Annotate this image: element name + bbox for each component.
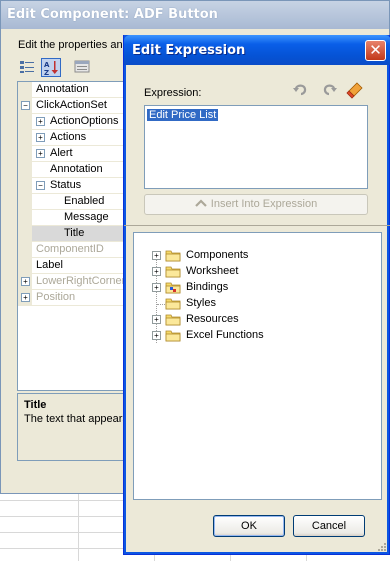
- expand-icon[interactable]: +: [36, 149, 45, 158]
- close-icon[interactable]: ✕: [365, 40, 386, 61]
- folder-icon: [165, 249, 181, 262]
- expand-icon[interactable]: +: [21, 293, 30, 302]
- collapse-icon[interactable]: −: [36, 181, 45, 190]
- property-label: ClickActionSet: [36, 99, 107, 111]
- insert-into-expression-button[interactable]: Insert Into Expression: [144, 194, 368, 215]
- resize-grip-icon[interactable]: [376, 541, 386, 551]
- property-label: Title: [64, 227, 85, 239]
- property-pages-icon[interactable]: [73, 58, 93, 77]
- tree-node[interactable]: + Worksheet: [134, 264, 374, 280]
- folder-icon: [165, 313, 181, 326]
- property-row[interactable]: Annotation: [18, 82, 129, 98]
- tree-node-label: Resources: [186, 313, 239, 325]
- insert-into-expression-label: Insert Into Expression: [210, 198, 318, 210]
- property-row[interactable]: Message: [18, 210, 129, 226]
- property-row[interactable]: + LowerRightCorner: [18, 274, 129, 290]
- expand-icon[interactable]: +: [36, 117, 45, 126]
- property-label: Position: [36, 291, 76, 303]
- property-label: Label: [36, 259, 63, 271]
- tree-node-label: Components: [186, 249, 249, 261]
- expression-textarea[interactable]: Edit Price List: [144, 105, 368, 189]
- property-row[interactable]: − ClickActionSet: [18, 98, 129, 114]
- tree-node[interactable]: + Components: [134, 248, 374, 264]
- folder-icon: [165, 329, 181, 342]
- help-title: Title: [24, 399, 47, 411]
- property-label: LowerRightCorner: [36, 275, 126, 287]
- tree-node[interactable]: + Bindings: [134, 280, 374, 296]
- property-row[interactable]: Title: [18, 226, 129, 242]
- tree-node[interactable]: Styles: [134, 296, 374, 312]
- property-row[interactable]: + ActionOptions: [18, 114, 129, 130]
- property-row[interactable]: Annotation: [18, 162, 129, 178]
- property-label: Annotation: [50, 163, 103, 175]
- property-label: Message: [64, 211, 109, 223]
- clear-eraser-icon[interactable]: [346, 81, 364, 99]
- property-label: Enabled: [64, 195, 105, 207]
- expand-icon[interactable]: +: [152, 331, 161, 340]
- property-row[interactable]: − Status: [18, 178, 129, 194]
- property-row[interactable]: Enabled: [18, 194, 129, 210]
- folder-icon: [165, 297, 181, 310]
- edit-component-title: Edit Component: ADF Button: [7, 7, 218, 22]
- property-grid: Annotation − ClickActionSet + ActionOptions +…: [17, 81, 129, 391]
- edit-expression-titlebar[interactable]: Edit Expression ✕: [124, 35, 390, 65]
- tree-node-label: Worksheet: [186, 265, 239, 277]
- folder-icon: [165, 265, 181, 278]
- help-text: The text that appears: [24, 413, 128, 425]
- property-row[interactable]: Label: [18, 258, 129, 274]
- expand-icon[interactable]: +: [21, 277, 30, 286]
- property-row[interactable]: + Position: [18, 290, 129, 306]
- expression-text[interactable]: Edit Price List: [147, 109, 219, 121]
- property-label: Alert: [50, 147, 73, 159]
- property-label: ComponentID: [36, 243, 104, 255]
- collapse-icon[interactable]: −: [21, 101, 30, 110]
- svg-text:A: A: [44, 61, 50, 69]
- alphabetical-sort-icon[interactable]: A Z: [41, 58, 61, 77]
- categorized-view-icon[interactable]: [18, 58, 38, 77]
- property-label: Status: [50, 179, 82, 191]
- property-row[interactable]: + Alert: [18, 146, 129, 162]
- edit-component-titlebar[interactable]: Edit Component: ADF Button: [1, 1, 389, 29]
- undo-icon[interactable]: [292, 81, 310, 99]
- property-row[interactable]: ComponentID: [18, 242, 129, 258]
- edit-expression-dialog: Edit Expression ✕ Expression: Edit Price…: [123, 35, 390, 555]
- expand-icon[interactable]: +: [152, 283, 161, 292]
- expand-icon[interactable]: +: [152, 251, 161, 260]
- dialog-separator: [124, 225, 390, 226]
- expression-tree[interactable]: + Components + Worksheet + Bindings Styles + Res…: [133, 232, 382, 500]
- expand-icon[interactable]: +: [36, 133, 45, 142]
- ok-button[interactable]: OK: [213, 515, 285, 537]
- property-row[interactable]: + Actions: [18, 130, 129, 146]
- property-toolbar: A Z: [18, 58, 128, 78]
- property-label: ActionOptions: [50, 115, 119, 127]
- property-label: Actions: [50, 131, 87, 143]
- svg-text:Z: Z: [44, 69, 49, 76]
- expand-icon[interactable]: +: [152, 267, 161, 276]
- tree-node-label: Styles: [186, 297, 216, 309]
- edit-expression-title: Edit Expression: [132, 43, 246, 58]
- tree-node[interactable]: + Excel Functions: [134, 328, 374, 344]
- cancel-button[interactable]: Cancel: [293, 515, 365, 537]
- edit-component-description: Edit the properties and: [18, 39, 129, 51]
- tree-node[interactable]: + Resources: [134, 312, 374, 328]
- tree-node-label: Bindings: [186, 281, 229, 293]
- bindings-folder-icon: [165, 281, 181, 294]
- tree-node-label: Excel Functions: [186, 329, 264, 341]
- property-label: Annotation: [36, 83, 89, 95]
- expression-label: Expression:: [144, 87, 202, 99]
- property-help-panel: Title The text that appears: [17, 393, 129, 461]
- expand-icon[interactable]: +: [152, 315, 161, 324]
- chevron-up-icon: [195, 195, 207, 214]
- redo-icon[interactable]: [320, 81, 338, 99]
